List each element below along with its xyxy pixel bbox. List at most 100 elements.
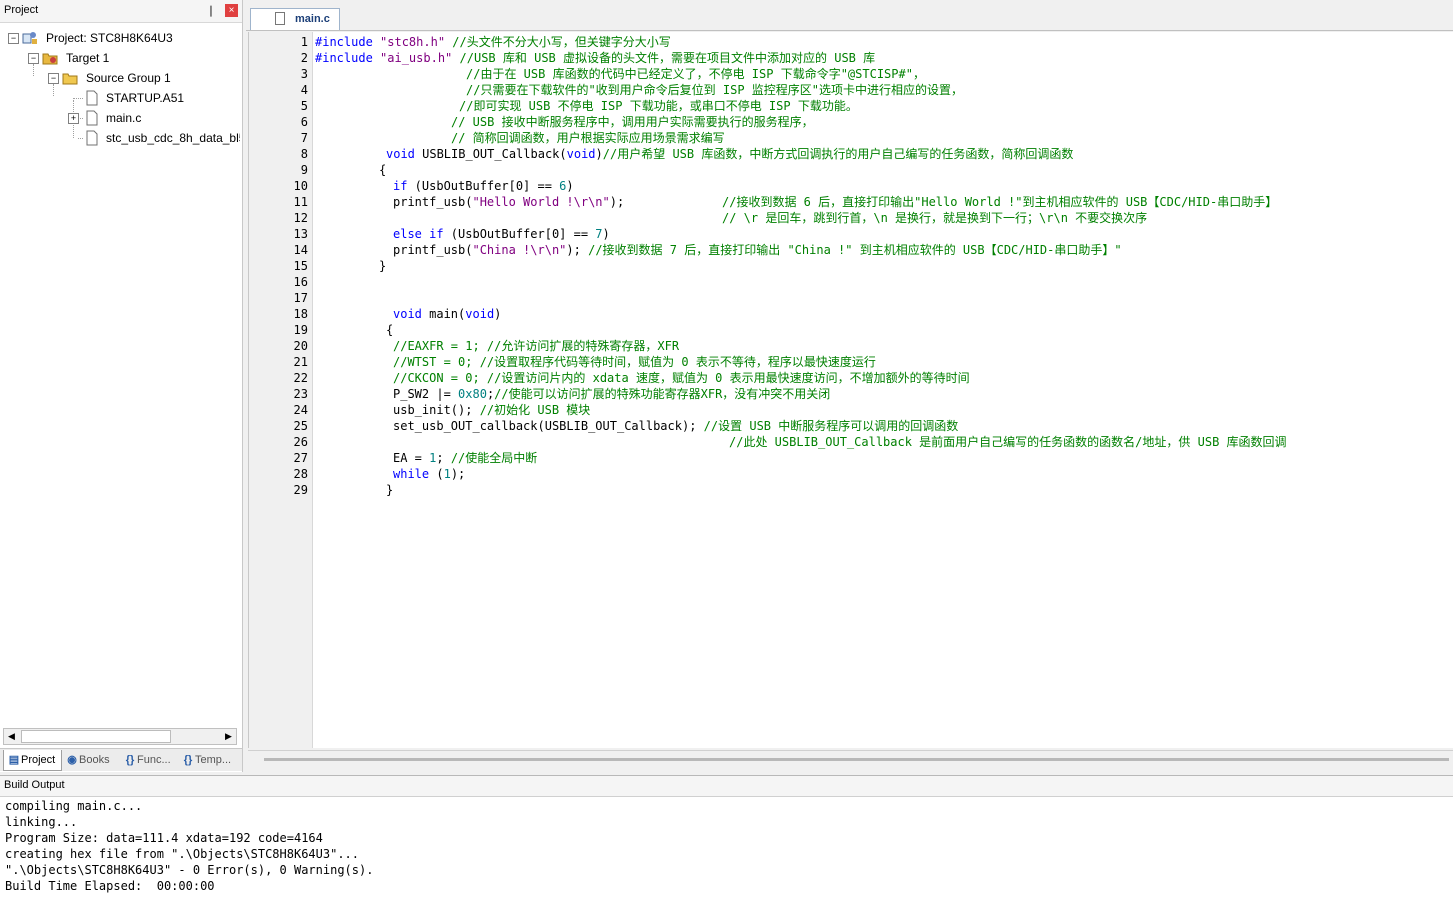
- books-icon: ◉: [67, 754, 77, 766]
- line-number: 28: [293, 467, 308, 481]
- line-number: 13: [293, 227, 308, 241]
- line-number: 22: [293, 371, 308, 385]
- code-line: void USBLIB_OUT_Callback(void)//用户希望 USB…: [386, 147, 1074, 161]
- code-line: // USB 接收中断服务程序中，调用用户实际需要执行的服务程序，: [451, 115, 814, 129]
- expand-icon[interactable]: +: [68, 113, 79, 124]
- line-number: 1: [300, 35, 308, 49]
- code-line: set_usb_OUT_callback(USBLIB_OUT_Callback…: [393, 419, 959, 433]
- project-panel-tabs: ▤ Project ◉ Books {} Func... {} Temp...: [0, 748, 242, 771]
- line-number: 27: [293, 451, 308, 465]
- file-icon: [86, 90, 98, 106]
- tree-item-file[interactable]: + main.c: [0, 108, 240, 128]
- tree-label-file: stc_usb_cdc_8h_data_bl5: [106, 131, 240, 145]
- line-number: 3: [300, 67, 308, 81]
- line-number: 11: [293, 195, 308, 209]
- tree-item-file[interactable]: STARTUP.A51: [0, 88, 240, 108]
- output-line: ".\Objects\STC8H8K64U3" - 0 Error(s), 0 …: [5, 863, 374, 877]
- editor-tab-bar: main.c: [246, 0, 1453, 31]
- tab-main-c[interactable]: main.c: [250, 8, 340, 30]
- code-line: #include "ai_usb.h" //USB 库和 USB 虚拟设备的头文…: [315, 51, 876, 65]
- tree-label-target: Target 1: [66, 51, 110, 65]
- collapse-icon[interactable]: −: [28, 53, 39, 64]
- code-line: //只需要在下载软件的"收到用户命令后复位到 ISP 监控程序区"选项卡中进行相…: [466, 83, 964, 97]
- code-line: {: [379, 163, 387, 177]
- code-line: //CKCON = 0; //设置访问片内的 xdata 速度，赋值为 0 表示…: [393, 371, 970, 385]
- scroll-right-icon[interactable]: ▶: [221, 729, 236, 744]
- code-line: printf_usb("China !\r\n"); //接收到数据 7 后，直…: [393, 243, 1122, 257]
- target-folder-icon: [42, 53, 58, 65]
- project-tab-icon: ▤: [8, 754, 20, 766]
- line-number: 25: [293, 419, 308, 433]
- pin-icon[interactable]: ❘: [204, 4, 218, 17]
- file-icon: [86, 130, 98, 146]
- line-number: 17: [293, 291, 308, 305]
- tree-item-file[interactable]: stc_usb_cdc_8h_data_bl5: [0, 128, 240, 148]
- project-pane-title: Project: [4, 4, 39, 16]
- tree-item-project[interactable]: − Project: STC8H8K64U3: [0, 28, 240, 48]
- file-icon: [86, 110, 98, 126]
- output-line: linking...: [5, 815, 78, 829]
- tab-project[interactable]: ▤ Project: [3, 750, 62, 771]
- tree-label-source-group: Source Group 1: [86, 71, 171, 85]
- line-number: 2: [300, 51, 308, 65]
- tab-books[interactable]: ◉ Books: [62, 750, 118, 770]
- code-line: // 简称回调函数，用户根据实际应用场景需求编写: [451, 131, 725, 145]
- line-number: 26: [293, 435, 308, 449]
- tab-label: main.c: [295, 13, 330, 25]
- file-icon: [275, 12, 285, 25]
- code-line: void main(void): [393, 307, 502, 321]
- line-number: 18: [293, 307, 308, 321]
- tab-templates[interactable]: {} Temp...: [178, 750, 238, 770]
- functions-icon: {}: [125, 754, 135, 766]
- tree-item-target[interactable]: − Target 1: [0, 48, 240, 68]
- editor-horizontal-scrollbar[interactable]: [248, 750, 1453, 769]
- tab-functions[interactable]: {} Func...: [120, 750, 176, 770]
- scroll-left-icon[interactable]: ◀: [4, 729, 19, 744]
- output-line: Build Time Elapsed: 00:00:00: [5, 879, 215, 893]
- line-number: 16: [293, 275, 308, 289]
- line-number: 29: [293, 483, 308, 497]
- collapse-icon[interactable]: −: [48, 73, 59, 84]
- code-line: P_SW2 |= 0x80;//使能可以访问扩展的特殊功能寄存器XFR，没有冲突…: [393, 387, 831, 401]
- code-text-area[interactable]: 1 2 3 4 5 6 7 8 9 10 11 12 13 14 15 16 1…: [248, 32, 1453, 748]
- line-number: 4: [300, 83, 308, 97]
- line-number: 19: [293, 323, 308, 337]
- code-comment: //接收到数据 6 后，直接打印输出"Hello World !"到主机相应软件…: [722, 195, 1278, 209]
- code-line: if (UsbOutBuffer[0] == 6): [393, 179, 574, 193]
- line-number: 20: [293, 339, 308, 353]
- line-number: 12: [293, 211, 308, 225]
- project-horizontal-scrollbar[interactable]: ◀ ▶: [3, 728, 237, 745]
- code-line: usb_init(); //初始化 USB 模块: [393, 403, 591, 417]
- project-pane-title-bar: Project ❘ ×: [0, 0, 242, 23]
- project-icon: [22, 32, 37, 44]
- folder-open-icon: [62, 73, 78, 85]
- collapse-icon[interactable]: −: [8, 33, 19, 44]
- build-output-title: Build Output: [4, 779, 65, 791]
- line-number: 5: [300, 99, 308, 113]
- templates-icon: {}: [183, 754, 193, 766]
- build-output-title-bar: Build Output: [0, 776, 1453, 797]
- code-line: printf_usb("Hello World !\r\n");: [393, 195, 625, 209]
- code-line: {: [386, 323, 394, 337]
- tree-label-file: main.c: [106, 111, 142, 125]
- close-icon[interactable]: ×: [225, 4, 238, 17]
- line-number-gutter: 1 2 3 4 5 6 7 8 9 10 11 12 13 14 15 16 1…: [249, 32, 313, 748]
- line-number: 23: [293, 387, 308, 401]
- code-line: while (1);: [393, 467, 466, 481]
- line-number: 14: [293, 243, 308, 257]
- code-line: EA = 1; //使能全局中断: [393, 451, 538, 465]
- line-number: 10: [293, 179, 308, 193]
- project-panel: Project ❘ × − Project: STC8H8K64U3 − Tar…: [0, 0, 243, 772]
- build-output-panel: Build Output compiling main.c... linking…: [0, 775, 1453, 903]
- line-number: 9: [300, 163, 308, 177]
- line-number: 24: [293, 403, 308, 417]
- code-line: //WTST = 0; //设置取程序代码等待时间，赋值为 0 表示不等待，程序…: [393, 355, 876, 369]
- code-line: else if (UsbOutBuffer[0] == 7): [393, 227, 610, 241]
- scrollbar-thumb[interactable]: [21, 730, 171, 743]
- project-tree: − Project: STC8H8K64U3 − Target 1 − Sour…: [0, 26, 240, 726]
- code-line: //由于在 USB 库函数的代码中已经定义了，不停电 ISP 下载命令字"@ST…: [466, 67, 925, 81]
- tree-item-source-group[interactable]: − Source Group 1: [0, 68, 240, 88]
- scrollbar-track[interactable]: [264, 758, 1449, 761]
- code-comment: // \r 是回车，跳到行首，\n 是换行，就是换到下一行；\r\n 不要交换次…: [722, 211, 1148, 225]
- code-line: #include "stc8h.h" //头文件不分大小写，但关键字分大小写: [315, 35, 671, 49]
